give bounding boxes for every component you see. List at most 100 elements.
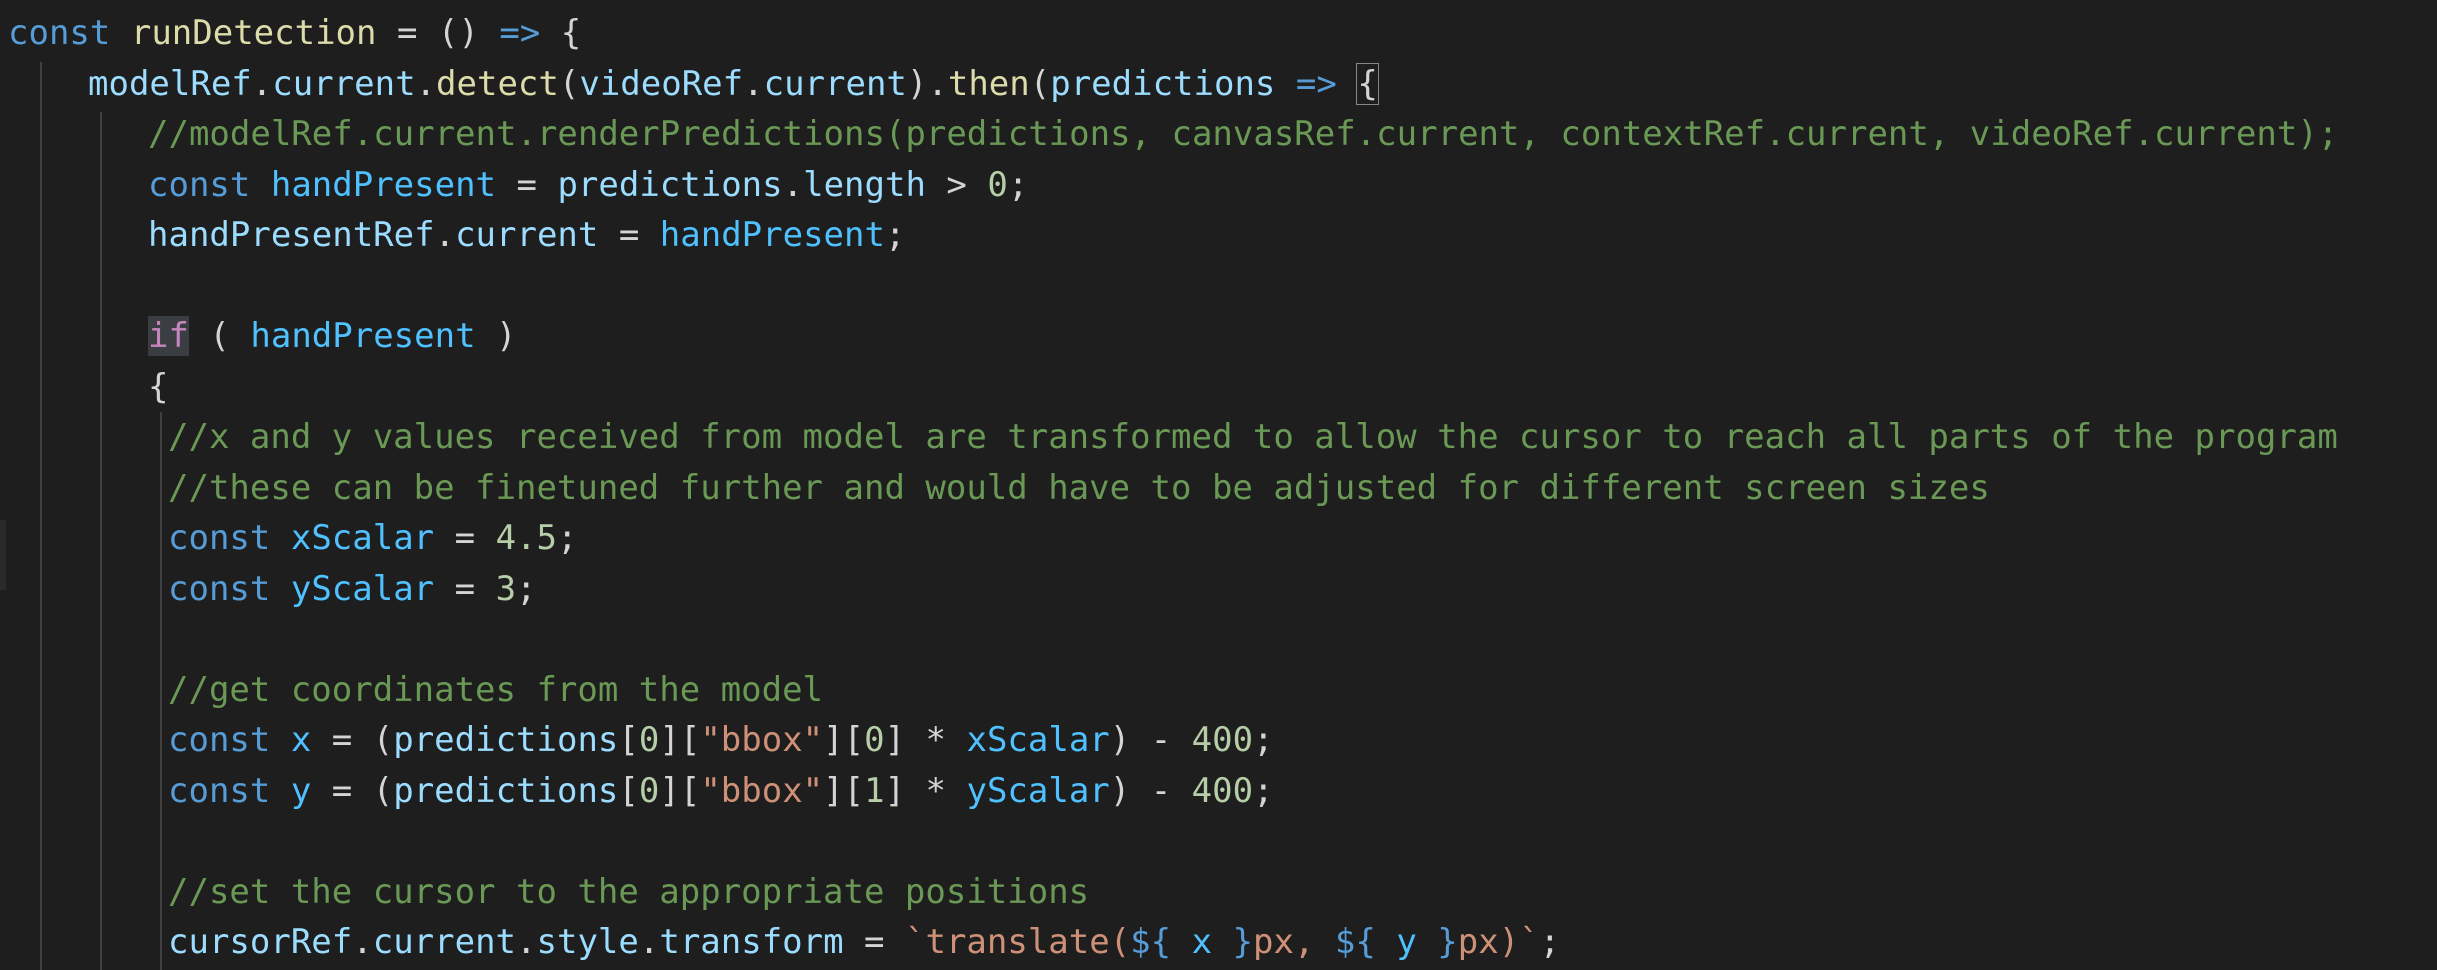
code-token: 0 <box>638 720 660 760</box>
code-line[interactable]: modelRef.current.detect(videoRef.current… <box>88 59 1379 109</box>
code-token: //set the cursor to the appropriate posi… <box>168 871 1090 912</box>
code-token: ] * <box>884 720 967 760</box>
code-editor[interactable]: const runDetection = () => {modelRef.cur… <box>0 0 2437 970</box>
code-token: 4.5 <box>495 518 557 558</box>
code-token: current <box>455 215 599 255</box>
code-token: 3 <box>495 568 517 609</box>
code-token: = <box>843 922 905 962</box>
code-token: style <box>536 922 639 962</box>
code-token: //modelRef.current.renderPredictions(pre… <box>148 114 2339 154</box>
code-token: . <box>415 63 437 104</box>
code-token: current <box>763 63 907 104</box>
code-token: [ <box>618 720 639 760</box>
code-token: predictions <box>557 164 783 205</box>
code-token: x <box>290 720 312 760</box>
code-token: . <box>434 215 456 255</box>
code-token: => <box>499 13 541 53</box>
code-token: . <box>352 922 373 962</box>
code-token: = <box>598 215 660 255</box>
code-token: = <box>434 518 496 558</box>
code-line[interactable]: //set the cursor to the appropriate posi… <box>168 867 1089 917</box>
code-token: { <box>540 13 582 53</box>
code-token: if <box>148 316 189 356</box>
code-token: transform <box>659 922 844 962</box>
code-token: `translate( <box>905 922 1131 962</box>
code-token: const <box>168 518 271 558</box>
code-line[interactable]: { <box>148 362 168 412</box>
code-token: y <box>290 770 312 811</box>
code-token: cursorRef <box>168 922 353 962</box>
code-token: y <box>1375 922 1438 962</box>
code-token: > <box>925 164 988 205</box>
code-token: predictions <box>1050 63 1276 104</box>
code-token: ; <box>1253 720 1274 760</box>
code-token: detect <box>436 63 559 104</box>
code-token: x <box>1171 922 1233 962</box>
code-token: = () <box>376 13 500 53</box>
code-line[interactable]: const handPresent = predictions.length >… <box>148 160 1028 210</box>
indent-guide-level-1 <box>40 62 42 970</box>
code-line[interactable]: const xScalar = 4.5; <box>168 513 577 563</box>
code-token: px, <box>1253 922 1335 962</box>
code-token: [ <box>618 770 639 811</box>
code-line[interactable]: //x and y values received from model are… <box>168 412 2338 462</box>
code-token: ][ <box>659 720 701 760</box>
code-token: handPresent <box>250 316 476 356</box>
code-token: . <box>251 63 273 104</box>
code-token: . <box>782 164 804 205</box>
code-token: const <box>8 13 111 53</box>
code-token: { <box>1356 62 1379 105</box>
code-line[interactable]: //get coordinates from the model <box>168 665 823 715</box>
code-token: ][ <box>823 720 865 760</box>
code-token: videoRef <box>579 63 744 104</box>
code-token: 0 <box>864 720 885 760</box>
code-line[interactable]: const x = (predictions[0]["bbox"][0] * x… <box>168 715 1274 765</box>
code-token: ; <box>1253 770 1274 811</box>
code-token: . <box>516 922 537 962</box>
code-token: const <box>168 568 271 609</box>
code-token: ; <box>1539 922 1561 962</box>
code-token: handPresentRef <box>148 215 435 255</box>
code-token: //get coordinates from the model <box>168 669 824 710</box>
code-line[interactable]: handPresentRef.current = handPresent; <box>148 210 905 260</box>
code-line[interactable]: const runDetection = () => { <box>8 8 581 58</box>
code-line[interactable]: const y = (predictions[0]["bbox"][1] * y… <box>168 766 1274 816</box>
code-token: const <box>168 720 271 760</box>
code-token: = <box>496 164 558 205</box>
code-token: ) <box>475 316 517 356</box>
code-token: ${ <box>1334 922 1376 962</box>
code-token: "bbox" <box>700 720 824 760</box>
code-token: . <box>743 63 764 104</box>
code-line[interactable]: cursorRef.current.style.transform = `tra… <box>168 917 1560 967</box>
code-token: 400 <box>1191 770 1254 811</box>
code-token: handPresent <box>270 164 497 205</box>
code-token: ; <box>556 518 578 558</box>
code-token: 1 <box>864 770 885 811</box>
code-token: px)` <box>1457 922 1540 962</box>
code-token: ][ <box>823 770 865 811</box>
code-token: predictions <box>393 770 619 811</box>
code-token: const <box>168 770 271 811</box>
code-token: } <box>1232 922 1254 962</box>
code-token: then <box>947 63 1030 104</box>
code-token: yScalar <box>966 770 1110 811</box>
code-token: //these can be finetuned further and wou… <box>168 467 1990 508</box>
code-token: ; <box>1007 164 1029 205</box>
code-token: ( <box>188 316 251 356</box>
code-line[interactable]: const yScalar = 3; <box>168 564 537 614</box>
code-line[interactable]: if ( handPresent ) <box>148 311 517 361</box>
code-token: current <box>272 63 416 104</box>
code-token: ) - <box>1109 720 1192 760</box>
code-token: ). <box>906 63 948 104</box>
code-token: } <box>1437 922 1458 962</box>
code-token: 400 <box>1191 720 1254 760</box>
code-line[interactable]: //these can be finetuned further and wou… <box>168 463 1990 513</box>
code-token: 0 <box>638 770 660 811</box>
code-token: xScalar <box>966 720 1110 760</box>
code-line[interactable]: //modelRef.current.renderPredictions(pre… <box>148 109 2338 159</box>
code-token: . <box>638 922 660 962</box>
